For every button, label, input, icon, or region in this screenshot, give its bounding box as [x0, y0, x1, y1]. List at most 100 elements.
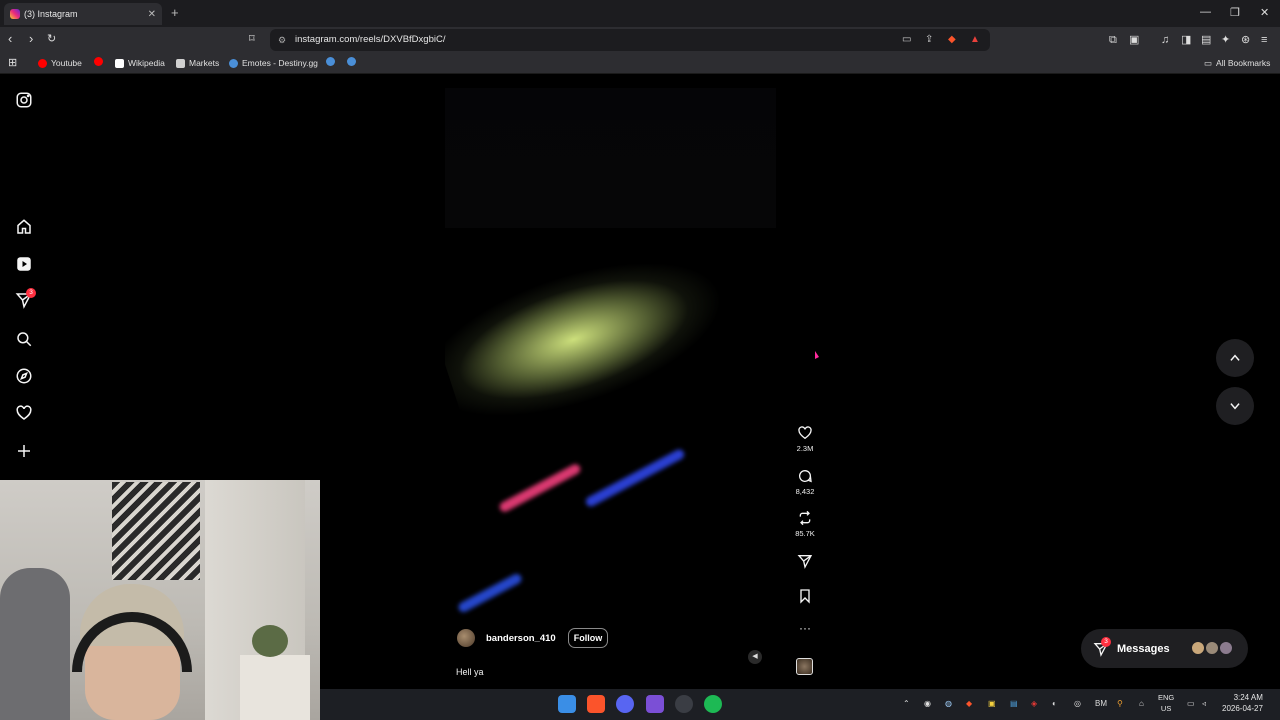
bookmark-destiny-2[interactable]	[326, 57, 339, 66]
sidebar-toggle-icon[interactable]: ◨	[1181, 34, 1191, 46]
site-info-icon[interactable]: ⚙	[278, 35, 286, 45]
brave-shields-icon[interactable]: ◆	[948, 35, 956, 45]
follow-button[interactable]: Follow	[567, 628, 609, 648]
cast-icon[interactable]: ▭	[902, 35, 911, 45]
tray-app-icon[interactable]: ◉	[924, 699, 931, 709]
reels-icon[interactable]	[14, 254, 34, 274]
clock-time: 3:24 AM	[1233, 693, 1263, 702]
browser-tab-bar: (3) Instagram ✕ + — ❐ ✕	[0, 0, 1280, 27]
bookmark-youtube[interactable]: Youtube	[38, 57, 82, 69]
reel-video[interactable]: banderson_410 Follow Hell ya ◀︎	[445, 88, 776, 677]
extensions-icon[interactable]: ⧉	[1109, 34, 1117, 46]
app-icon[interactable]	[675, 695, 693, 713]
apps-grid-icon[interactable]: ⊞	[8, 57, 17, 69]
share-button[interactable]	[792, 553, 818, 569]
send-icon	[797, 555, 813, 569]
language-line-1: ENG	[1158, 693, 1175, 702]
direct-messages-icon[interactable]: 3	[14, 288, 36, 310]
address-bar[interactable]: ⚙ instagram.com/reels/DXVBfDxgbiC/ ▭ ⇪ ◆…	[270, 29, 990, 51]
like-button[interactable]: 2.3M	[792, 425, 818, 453]
restore-icon[interactable]: ❐	[1230, 6, 1240, 19]
reload-icon[interactable]: ↻	[47, 32, 56, 46]
youtube-icon	[38, 58, 47, 68]
messages-button[interactable]: 3 Messages	[1081, 629, 1248, 668]
tray-app-2-icon[interactable]: ▣	[988, 699, 996, 709]
back-icon[interactable]: ‹	[8, 32, 12, 46]
browser-toolbar: ‹ › ↻ ⌑ ⚙ instagram.com/reels/DXVBfDxgbi…	[0, 27, 1280, 53]
tradingview-icon	[176, 58, 185, 68]
tray-app-5-icon[interactable]: ◐	[1052, 699, 1057, 709]
bookmark-wikipedia[interactable]: Wikipedia	[115, 57, 165, 69]
volume-icon[interactable]: ◃	[1202, 699, 1206, 709]
bookmark-page-icon[interactable]: ⌑	[249, 32, 255, 46]
window-close-icon[interactable]: ✕	[1260, 6, 1269, 19]
tray-bm-icon[interactable]: BM	[1095, 699, 1107, 709]
more-options-button[interactable]: ···	[792, 621, 818, 635]
comment-count: 8,432	[795, 487, 815, 496]
notifications-badge: 3	[26, 288, 36, 298]
webcam-shelf	[240, 655, 310, 720]
create-plus-icon[interactable]	[14, 441, 34, 461]
author-avatar[interactable]	[457, 629, 475, 647]
next-reel-button[interactable]	[1216, 387, 1254, 425]
destiny-icon	[229, 58, 238, 68]
bookmark-markets[interactable]: Markets	[176, 57, 219, 69]
display-icon[interactable]: ▭	[1187, 699, 1195, 709]
leo-ai-icon[interactable]: ✦	[1221, 34, 1230, 46]
previous-reel-button[interactable]	[1216, 339, 1254, 377]
brave-tray-icon[interactable]: ◆	[966, 699, 972, 709]
activity-heart-icon[interactable]	[14, 403, 34, 423]
webcam-poster	[112, 482, 200, 580]
music-icon[interactable]: ♫	[1161, 34, 1169, 46]
obs-app-icon[interactable]	[646, 695, 664, 713]
forward-icon[interactable]: ›	[29, 32, 33, 46]
wallet-icon[interactable]: ▣	[1129, 34, 1139, 46]
system-clock[interactable]: 3:24 AM 2026-04-27	[1222, 692, 1263, 714]
repost-button[interactable]: 85.7K	[792, 510, 818, 538]
mute-icon[interactable]: ◀︎	[748, 650, 762, 664]
microphone-icon[interactable]: ⌂	[1139, 699, 1144, 709]
all-bookmarks[interactable]: ▭ All Bookmarks	[1204, 57, 1270, 69]
tray-app-6-icon[interactable]: ◎	[1074, 699, 1081, 709]
windows-start-icon[interactable]	[558, 695, 576, 713]
wallet-2-icon[interactable]: ▤	[1201, 34, 1211, 46]
bookmark-destiny-3[interactable]	[347, 57, 360, 66]
webcam-plant	[252, 625, 288, 657]
language-indicator[interactable]: ENG US	[1158, 692, 1174, 714]
brave-rewards-icon[interactable]: ▲	[970, 35, 980, 45]
webcam-chair	[0, 568, 70, 720]
bookmark-youtube-2[interactable]	[94, 57, 107, 66]
repost-count: 85.7K	[795, 529, 815, 538]
brave-browser-icon[interactable]	[587, 695, 605, 713]
share-icon[interactable]: ⇪	[925, 35, 933, 45]
tray-app-4-icon[interactable]: ◈	[1031, 699, 1037, 709]
browser-tab[interactable]: (3) Instagram ✕	[4, 3, 162, 25]
minimize-icon[interactable]: —	[1200, 6, 1211, 18]
bookmarks-bar: ⊞ Youtube Wikipedia Markets Emotes - Des…	[0, 53, 1280, 74]
tab-close-icon[interactable]: ✕	[148, 9, 156, 20]
steam-icon[interactable]: ◍	[945, 699, 952, 709]
destiny-icon	[347, 57, 356, 66]
explore-icon[interactable]	[14, 366, 34, 386]
new-tab-button[interactable]: +	[171, 5, 179, 20]
message-avatar	[1191, 641, 1205, 655]
spotify-icon[interactable]	[704, 695, 722, 713]
language-line-2: US	[1160, 704, 1172, 713]
search-icon[interactable]	[14, 329, 34, 349]
menu-icon[interactable]: ≡	[1261, 34, 1267, 46]
discord-icon[interactable]	[616, 695, 634, 713]
tray-app-3-icon[interactable]: ▤	[1010, 699, 1018, 709]
tray-app-7-icon[interactable]: ⚲	[1117, 699, 1123, 709]
instagram-logo-icon[interactable]	[14, 90, 34, 110]
instagram-favicon-icon	[10, 9, 20, 19]
home-icon[interactable]	[14, 217, 34, 237]
bookmark-destiny-emotes[interactable]: Emotes - Destiny.gg	[229, 57, 318, 69]
audio-thumbnail[interactable]	[796, 658, 813, 675]
save-button[interactable]	[792, 588, 818, 604]
messages-send-icon: 3	[1093, 636, 1111, 657]
tray-expand-icon[interactable]: ⌃	[903, 699, 910, 709]
wikipedia-icon	[115, 58, 124, 68]
author-username[interactable]: banderson_410	[486, 633, 556, 644]
comment-button[interactable]: 8,432	[792, 468, 818, 496]
vpn-icon[interactable]: ⊛	[1241, 34, 1250, 46]
